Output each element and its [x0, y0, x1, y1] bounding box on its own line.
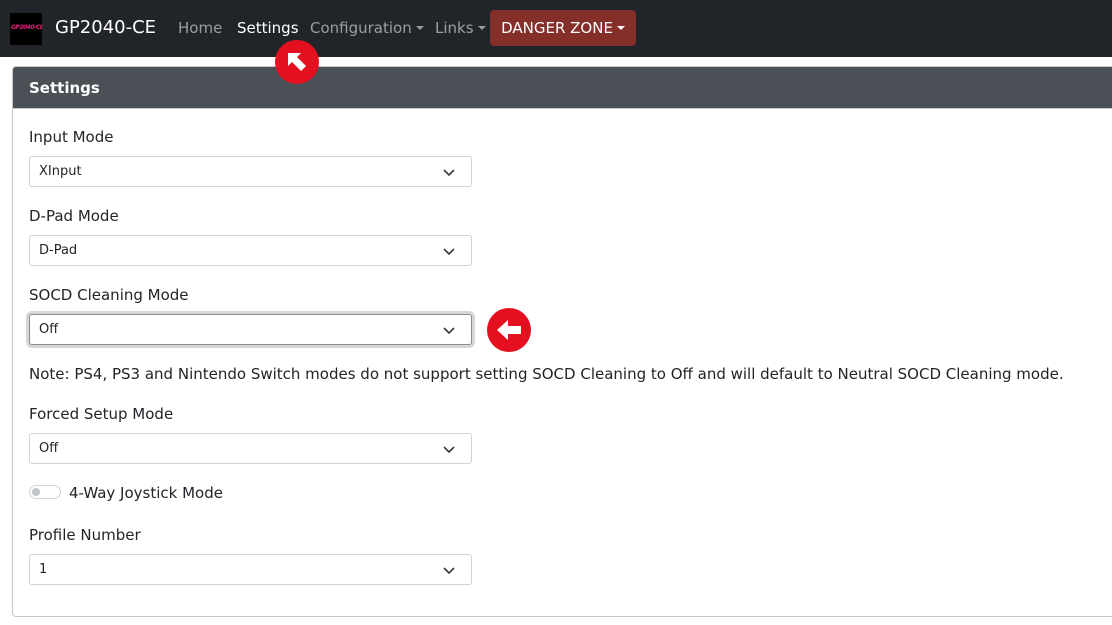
brand-logo[interactable]: GP2040-CE	[10, 13, 42, 45]
settings-pointer-marker	[275, 40, 319, 84]
toggle-knob	[32, 488, 40, 496]
forced-setup-select[interactable]: Off	[29, 433, 472, 464]
input-mode-value: XInput	[39, 164, 82, 179]
socd-mode-value: Off	[39, 322, 59, 337]
brand-name[interactable]: GP2040-CE	[55, 17, 156, 39]
caret-down-icon	[477, 26, 486, 30]
card-title: Settings	[29, 79, 100, 97]
joystick-mode-label: 4-Way Joystick Mode	[69, 484, 223, 502]
dpad-mode-label: D-Pad Mode	[29, 207, 119, 225]
dpad-mode-select[interactable]: D-Pad	[29, 235, 472, 266]
danger-zone-button[interactable]: DANGER ZONE	[490, 10, 636, 46]
nav-configuration-label: Configuration	[310, 19, 412, 37]
top-navbar: GP2040-CE GP2040-CE Home Settings Config…	[0, 0, 1112, 57]
arrow-left-icon	[497, 320, 521, 340]
danger-zone-label: DANGER ZONE	[501, 19, 613, 37]
socd-mode-label: SOCD Cleaning Mode	[29, 286, 189, 304]
profile-number-value: 1	[39, 562, 48, 577]
nav-home[interactable]: Home	[178, 19, 222, 38]
profile-number-select[interactable]: 1	[29, 554, 472, 585]
logo-text: GP2040-CE	[11, 24, 42, 31]
nav-configuration[interactable]: Configuration	[310, 19, 424, 38]
chevron-down-icon	[443, 446, 455, 454]
joystick-mode-toggle[interactable]	[29, 485, 61, 499]
nav-settings-label: Settings	[237, 19, 299, 37]
arrow-up-left-icon	[288, 53, 306, 71]
socd-pointer-marker	[487, 308, 531, 352]
nav-home-label: Home	[178, 19, 223, 37]
profile-number-label: Profile Number	[29, 526, 141, 544]
chevron-down-icon	[443, 248, 455, 256]
caret-down-icon	[415, 26, 424, 30]
nav-settings[interactable]: Settings	[237, 19, 299, 38]
nav-links-label: Links	[435, 19, 474, 37]
forced-setup-label: Forced Setup Mode	[29, 405, 174, 423]
dpad-mode-value: D-Pad	[39, 243, 78, 258]
socd-mode-select[interactable]: Off	[29, 314, 472, 345]
chevron-down-icon	[443, 567, 455, 575]
card-header: Settings	[13, 67, 1112, 109]
input-mode-label: Input Mode	[29, 128, 114, 146]
forced-setup-value: Off	[39, 441, 59, 456]
chevron-down-icon	[443, 169, 455, 177]
chevron-down-icon	[443, 327, 455, 335]
nav-links[interactable]: Links	[435, 19, 486, 38]
socd-note: Note: PS4, PS3 and Nintendo Switch modes…	[29, 365, 1064, 383]
caret-down-icon	[616, 26, 625, 30]
input-mode-select[interactable]: XInput	[29, 156, 472, 187]
